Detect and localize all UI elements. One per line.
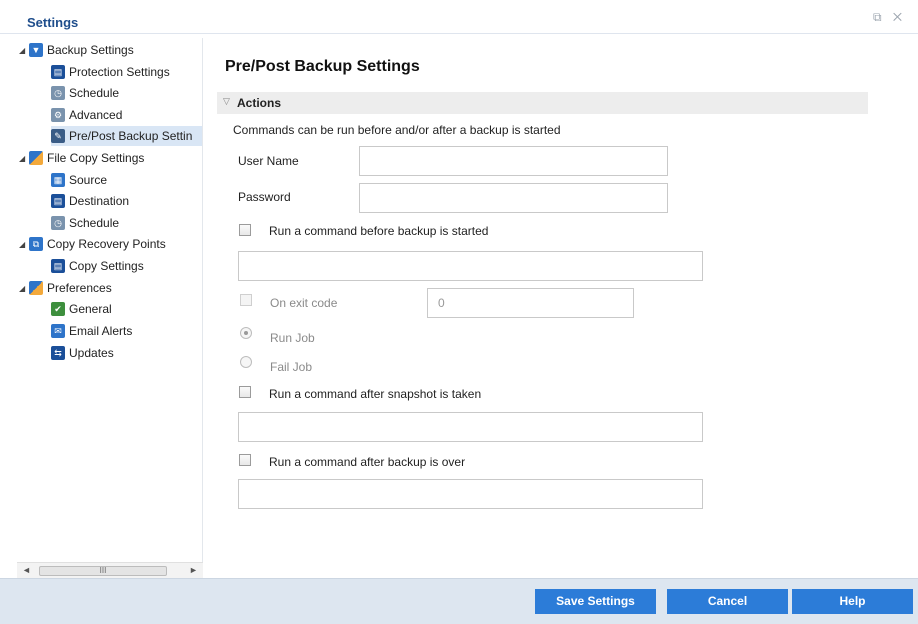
run-job-label: Run Job — [270, 331, 315, 345]
tree-item-label: Protection Settings — [69, 65, 170, 79]
exit-code-input[interactable] — [427, 288, 634, 318]
email-alerts-icon: ✉ — [51, 324, 65, 338]
expand-icon[interactable]: ◢ — [19, 46, 29, 55]
tree-item-updates[interactable]: ⇆ Updates — [51, 343, 114, 363]
help-button[interactable]: Help — [792, 589, 913, 614]
tree-item-schedule[interactable]: ◷ Schedule — [51, 83, 119, 103]
after-backup-command-input[interactable] — [238, 479, 703, 509]
tree-item-preferences[interactable]: ◢ Preferences — [19, 278, 112, 298]
backup-settings-icon: ▼ — [29, 43, 43, 57]
tree-item-label: Source — [69, 173, 108, 187]
tree-item-label: Copy Settings — [69, 259, 144, 273]
settings-tree: ◢ ▼ Backup Settings ▤ Protection Setting… — [17, 38, 203, 578]
tree-item-label: Schedule — [69, 216, 120, 230]
schedule-icon: ◷ — [51, 216, 65, 230]
collapse-triangle-icon[interactable]: ▽ — [223, 96, 230, 107]
fail-job-label: Fail Job — [270, 360, 313, 374]
wrench-icon: ✎ — [51, 129, 65, 143]
after-backup-checkbox[interactable] — [239, 454, 251, 466]
after-snapshot-command-input[interactable] — [238, 412, 703, 442]
password-label: Password — [238, 190, 291, 204]
after-backup-label: Run a command after backup is over — [269, 455, 466, 469]
tree-item-copy-recovery-points[interactable]: ◢ ⧉ Copy Recovery Points — [19, 234, 166, 254]
on-exit-code-label: On exit code — [270, 296, 338, 310]
tree-item-label: Copy Recovery Points — [47, 237, 166, 251]
scroll-left-arrow-icon[interactable]: ◄ — [22, 565, 31, 575]
window-controls[interactable]: ⧉ ✕ — [873, 10, 906, 25]
scroll-right-arrow-icon[interactable]: ► — [189, 565, 198, 575]
section-title: Actions — [237, 96, 282, 110]
tree-item-file-copy-schedule[interactable]: ◷ Schedule — [51, 213, 119, 233]
tree-item-source[interactable]: ▦ Source — [51, 170, 107, 190]
tree-item-file-copy-settings[interactable]: ◢ File Copy Settings — [19, 148, 144, 168]
tree-item-destination[interactable]: ▤ Destination — [51, 191, 129, 211]
tree-item-label: Schedule — [69, 86, 120, 100]
tree-item-label: Backup Settings — [47, 43, 134, 57]
tree-item-email-alerts[interactable]: ✉ Email Alerts — [51, 321, 132, 341]
settings-window: Settings ⧉ ✕ ◢ ▼ Backup Settings ▤ Prote… — [0, 0, 918, 624]
tree-item-label: Pre/Post Backup Settin — [69, 129, 193, 143]
before-backup-command-input[interactable] — [238, 251, 703, 281]
protection-settings-icon: ▤ — [51, 65, 65, 79]
on-exit-code-checkbox[interactable] — [240, 294, 252, 306]
tree-item-label: Destination — [69, 194, 130, 208]
scrollbar-thumb[interactable]: III — [39, 566, 167, 576]
actions-section-header[interactable]: ▽ Actions — [217, 92, 868, 114]
tree-item-label: Preferences — [47, 281, 112, 295]
general-icon: ✔ — [51, 302, 65, 316]
advanced-icon: ⚙ — [51, 108, 65, 122]
section-description: Commands can be run before and/or after … — [233, 123, 561, 137]
expand-icon[interactable]: ◢ — [19, 154, 29, 163]
cancel-button[interactable]: Cancel — [667, 589, 788, 614]
expand-icon[interactable]: ◢ — [19, 284, 29, 293]
before-backup-checkbox[interactable] — [239, 224, 251, 236]
tree-item-backup-settings[interactable]: ◢ ▼ Backup Settings — [19, 40, 134, 60]
footer-bar: Save Settings Cancel Help — [0, 578, 918, 624]
expand-icon[interactable]: ◢ — [19, 240, 29, 249]
user-name-label: User Name — [238, 154, 299, 168]
copy-recovery-points-icon: ⧉ — [29, 237, 43, 251]
tree-item-label: File Copy Settings — [47, 151, 145, 165]
settings-content: Pre/Post Backup Settings ▽ Actions Comma… — [204, 38, 918, 578]
source-icon: ▦ — [51, 173, 65, 187]
tree-item-protection-settings[interactable]: ▤ Protection Settings — [51, 62, 170, 82]
tree-item-copy-settings[interactable]: ▤ Copy Settings — [51, 256, 144, 276]
updates-icon: ⇆ — [51, 346, 65, 360]
destination-icon: ▤ — [51, 194, 65, 208]
fail-job-radio[interactable] — [240, 356, 252, 368]
page-title: Pre/Post Backup Settings — [225, 58, 420, 75]
before-backup-label: Run a command before backup is started — [269, 224, 489, 238]
after-snapshot-label: Run a command after snapshot is taken — [269, 387, 482, 401]
preferences-icon — [29, 281, 43, 295]
password-input[interactable] — [359, 183, 668, 213]
tree-item-advanced[interactable]: ⚙ Advanced — [51, 105, 122, 125]
sidebar-horizontal-scrollbar[interactable]: ◄ III ► — [17, 562, 203, 578]
schedule-icon: ◷ — [51, 86, 65, 100]
tree-item-label: Email Alerts — [69, 324, 133, 338]
tree-item-label: General — [69, 302, 112, 316]
save-settings-button[interactable]: Save Settings — [535, 589, 656, 614]
tree-item-general[interactable]: ✔ General — [51, 299, 112, 319]
title-bar: Settings ⧉ ✕ — [0, 0, 918, 34]
user-name-input[interactable] — [359, 146, 668, 176]
file-copy-settings-icon — [29, 151, 43, 165]
window-title: Settings — [27, 15, 79, 30]
tree-item-label: Updates — [69, 346, 114, 360]
after-snapshot-checkbox[interactable] — [239, 386, 251, 398]
tree-item-pre-post-backup-settings[interactable]: ✎ Pre/Post Backup Settin — [51, 126, 202, 146]
copy-settings-icon: ▤ — [51, 259, 65, 273]
tree-item-label: Advanced — [69, 108, 123, 122]
run-job-radio[interactable] — [240, 327, 252, 339]
